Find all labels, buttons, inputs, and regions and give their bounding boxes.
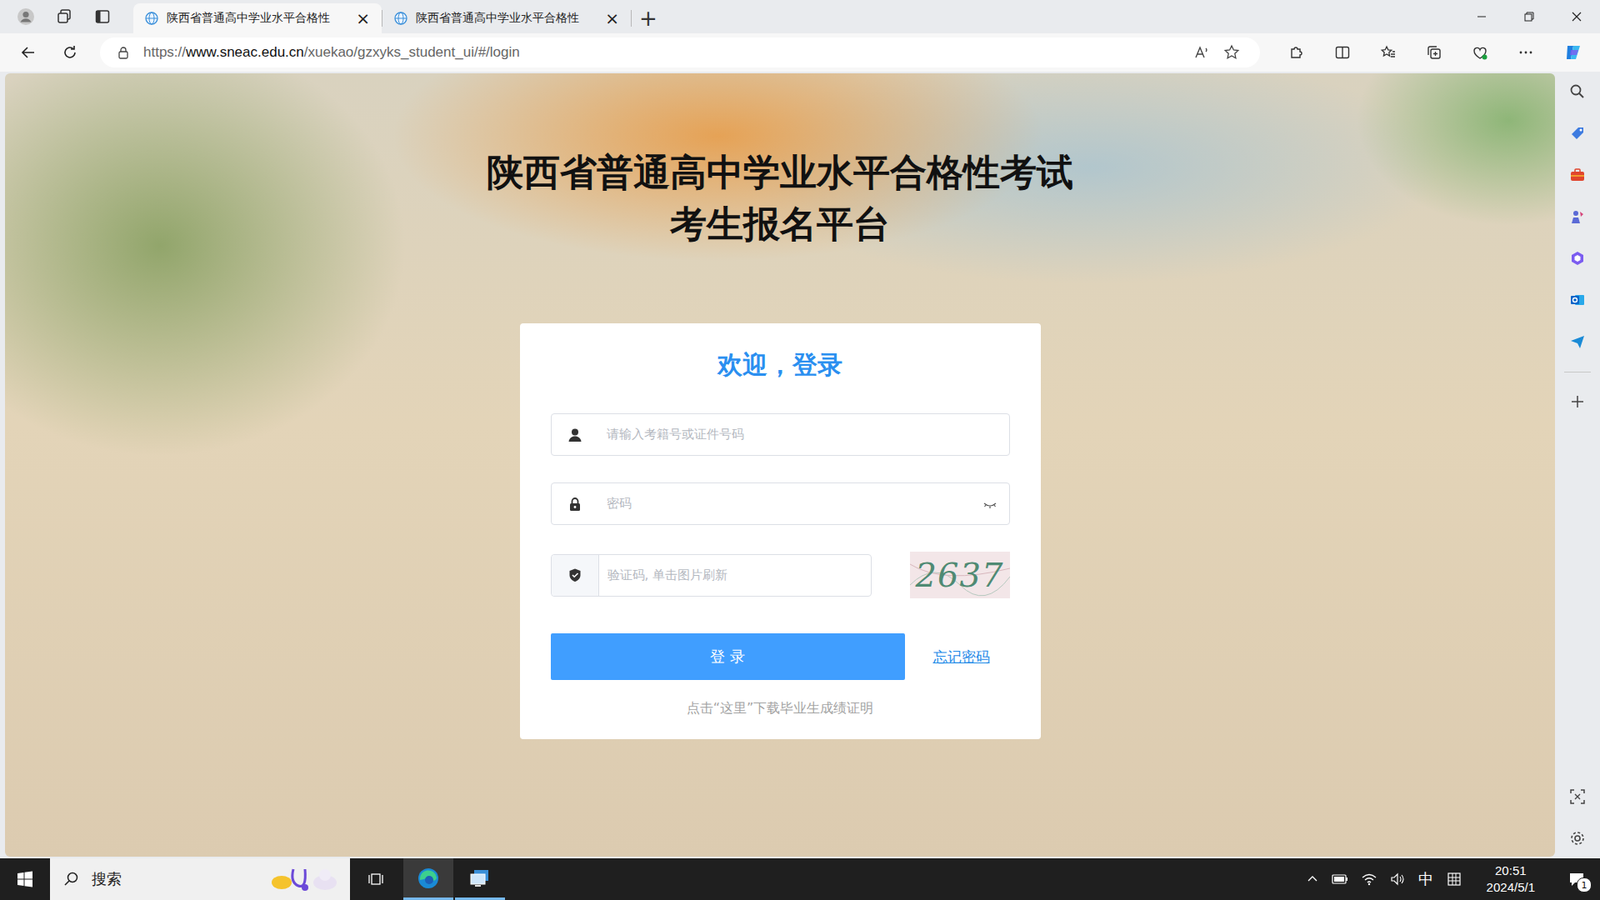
tab-close-button[interactable]: × [352, 10, 374, 27]
edge-sidebar [1555, 71, 1600, 859]
globe-icon [145, 11, 159, 25]
clock[interactable]: 20:51 2024/5/1 [1475, 862, 1547, 896]
clock-date: 2024/5/1 [1486, 879, 1535, 896]
lock-icon [116, 45, 130, 60]
login-button[interactable]: 登 录 [550, 633, 905, 680]
field-placeholder: 密码 [598, 495, 983, 512]
tab-actions-icon [94, 8, 111, 25]
taskbar-search-box[interactable]: 搜索 [50, 858, 350, 900]
globe-icon [394, 11, 408, 25]
games-icon[interactable] [1569, 208, 1586, 225]
wifi-icon[interactable] [1361, 872, 1377, 886]
clock-time: 20:51 [1495, 862, 1527, 880]
input-method-indicator[interactable]: 中 [1418, 869, 1434, 890]
tab-label: 陕西省普通高中学业水平合格性 [415, 10, 594, 26]
browser-tab[interactable]: 陕西省普通高中学业水平合格性 × [382, 3, 631, 34]
tray-chevron-icon[interactable] [1306, 873, 1319, 885]
back-button[interactable] [10, 37, 47, 68]
restore-button[interactable] [1505, 0, 1553, 34]
password-field[interactable]: 密码 [550, 482, 1010, 525]
minimize-button[interactable] [1457, 0, 1505, 34]
desktop: 陕西省普通高中学业水平合格性 × 陕西省普通高中学业水平合格性 × + http… [0, 0, 1600, 900]
captcha-image[interactable]: 2637 [910, 551, 1010, 599]
login-heading: 欢迎，登录 [550, 348, 1010, 382]
extensions-icon[interactable] [1288, 44, 1305, 61]
send-icon[interactable] [1569, 333, 1586, 350]
edge-taskbar-button[interactable] [403, 858, 454, 900]
split-screen-icon[interactable] [1334, 44, 1351, 61]
ime-mode-icon[interactable] [1446, 871, 1462, 887]
back-arrow-icon [20, 44, 37, 61]
lock-icon [567, 496, 583, 512]
forgot-password-link[interactable]: 忘记密码 [933, 647, 990, 667]
settings-gear-icon[interactable] [1569, 830, 1586, 847]
tab-strip: 陕西省普通高中学业水平合格性 × 陕西省普通高中学业水平合格性 × + [0, 0, 1600, 34]
copilot-icon[interactable] [1563, 42, 1584, 63]
eye-closed-icon[interactable] [982, 496, 998, 512]
field-placeholder: 请输入考籍号或证件号码 [598, 426, 1010, 443]
tab-separator [630, 10, 632, 27]
speaker-icon[interactable] [1390, 872, 1405, 886]
screenshot-icon[interactable] [1569, 788, 1586, 805]
login-card: 欢迎，登录 请输入考籍号或证件号码 密码 验证码, 单击图片刷新 2637 登 … [520, 323, 1041, 740]
workspaces-icon [55, 8, 73, 25]
collections-icon[interactable] [1425, 44, 1443, 61]
close-window-button[interactable] [1552, 0, 1600, 34]
task-view-button[interactable] [351, 858, 402, 900]
workspaces-button[interactable] [45, 0, 84, 34]
more-menu-icon[interactable] [1517, 44, 1535, 61]
refresh-button[interactable] [51, 37, 89, 68]
shopping-tag-icon[interactable] [1569, 125, 1586, 142]
tab-close-button[interactable]: × [601, 10, 623, 27]
web-page: 陕西省普通高中学业水平合格性考试考生报名平台 欢迎，登录 请输入考籍号或证件号码… [5, 73, 1555, 857]
start-button[interactable] [0, 858, 50, 900]
outlook-icon[interactable] [1569, 291, 1586, 309]
url-field[interactable]: https://www.sneac.edu.cn/xuekao/gzxyks_s… [100, 37, 1260, 68]
favorite-star-icon[interactable] [1223, 44, 1240, 61]
close-icon [1571, 11, 1582, 22]
username-field[interactable]: 请输入考籍号或证件号码 [550, 413, 1010, 456]
minimize-icon [1476, 11, 1487, 22]
battery-icon[interactable] [1331, 873, 1349, 885]
task-view-icon [368, 870, 385, 888]
edge-icon [416, 866, 440, 890]
remote-desktop-icon [469, 867, 491, 890]
profile-icon [16, 7, 35, 26]
restore-icon [1524, 11, 1535, 22]
read-aloud-icon[interactable] [1193, 44, 1210, 61]
notification-count: 1 [1576, 877, 1592, 893]
add-icon[interactable] [1570, 394, 1585, 410]
tab-separator [381, 10, 383, 27]
captcha-code: 2637 [915, 555, 1005, 595]
new-tab-button[interactable]: + [631, 3, 665, 34]
search-icon [63, 870, 80, 888]
search-icon[interactable] [1569, 83, 1586, 100]
sidebar-divider [1564, 371, 1591, 373]
browser-essentials-icon[interactable] [1471, 44, 1489, 61]
search-highlight-icon [268, 864, 340, 895]
tab-actions-button[interactable] [83, 0, 122, 34]
taskbar: 搜索 中 20:51 2024/5/1 1 [0, 858, 1600, 900]
tab-label: 陕西省普通高中学业水平合格性 [166, 10, 345, 26]
certificate-download-link[interactable]: 点击“这里”下载毕业生成绩证明 [550, 700, 1010, 718]
favorites-icon[interactable] [1380, 44, 1397, 61]
tools-icon[interactable] [1569, 166, 1586, 184]
field-placeholder: 验证码, 单击图片刷新 [599, 567, 871, 584]
windows-logo-icon [16, 870, 34, 888]
search-placeholder: 搜索 [91, 869, 122, 890]
browser-tab[interactable]: 陕西省普通高中学业水平合格性 × [133, 3, 382, 34]
url-text: https://www.sneac.edu.cn/xuekao/gzxyks_s… [143, 44, 520, 61]
page-title-line: 考生报名平台 [486, 198, 1074, 250]
user-icon [567, 427, 583, 443]
page-title-line: 陕西省普通高中学业水平合格性考试 [486, 146, 1074, 199]
refresh-icon [61, 44, 79, 61]
page-title: 陕西省普通高中学业水平合格性考试考生报名平台 [486, 73, 1074, 250]
office-icon[interactable] [1569, 250, 1586, 267]
address-bar-row: https://www.sneac.edu.cn/xuekao/gzxyks_s… [0, 33, 1600, 72]
notification-center-button[interactable]: 1 [1560, 862, 1594, 896]
profile-button[interactable] [6, 0, 45, 34]
shield-icon [567, 567, 583, 583]
remote-desktop-taskbar-button[interactable] [455, 858, 505, 900]
captcha-field[interactable]: 验证码, 单击图片刷新 [550, 554, 872, 597]
